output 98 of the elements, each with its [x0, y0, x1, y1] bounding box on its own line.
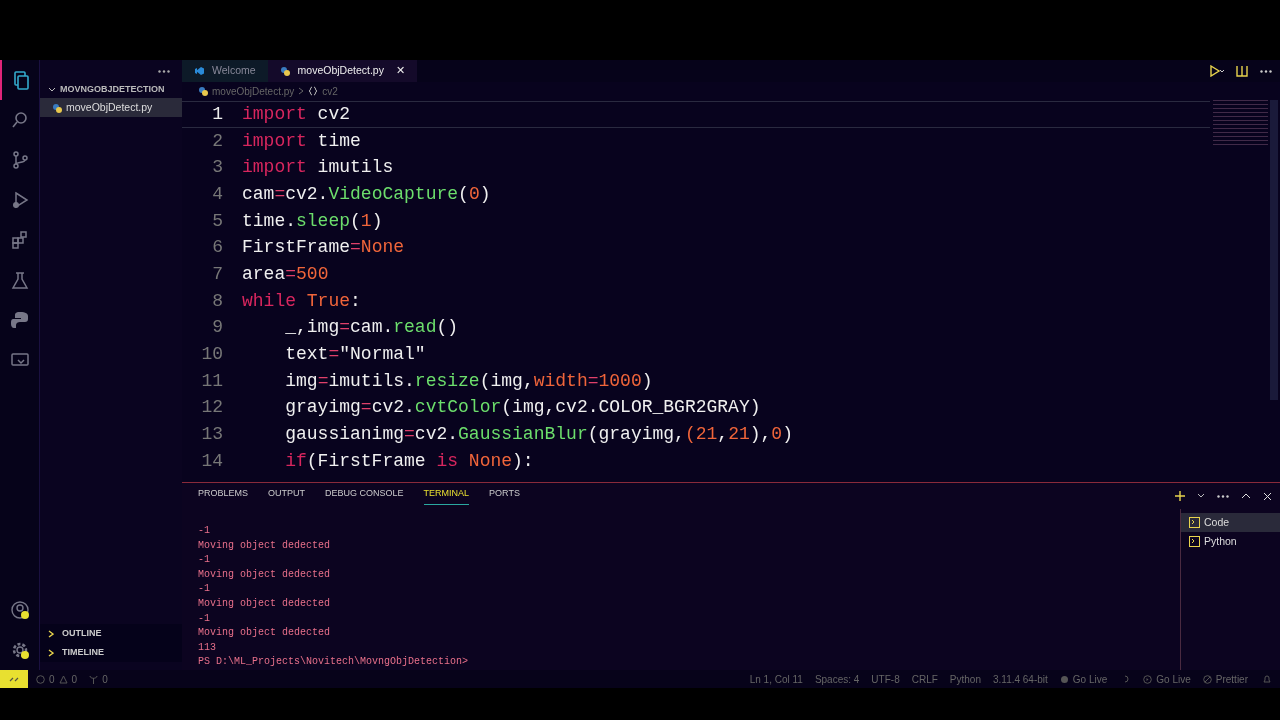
terminal-line: -1: [198, 611, 211, 626]
chevron-up-icon[interactable]: [1241, 493, 1251, 500]
chevron-down-icon[interactable]: [48, 87, 56, 93]
extensions-icon[interactable]: [9, 230, 30, 250]
chevron-down-icon[interactable]: [1197, 493, 1205, 500]
chevron-right-icon: [48, 629, 54, 638]
scrollbar[interactable]: [1270, 100, 1278, 400]
terminal-line: PS D:\ML_Projects\Novitech\MovngObjDetection>: [198, 655, 470, 670]
code-line: while True:: [241, 289, 361, 313]
panel-tab[interactable]: DEBUG CONSOLE: [325, 487, 404, 505]
remote-icon: [9, 675, 19, 683]
line-number: 9: [211, 316, 224, 340]
code-line: grayimg=cv2.cvtColor(img,cv2.COLOR_BGR2GRAY): [284, 396, 761, 420]
panel-tab[interactable]: PROBLEMS: [198, 487, 248, 505]
section-header[interactable]: OUTLINE: [40, 624, 182, 643]
play-circle-icon: [1143, 674, 1153, 684]
panel-tab[interactable]: TERMINAL: [423, 487, 470, 505]
disabled-icon: [1202, 674, 1212, 684]
line-number: 1: [211, 102, 224, 126]
terminal-line: 113: [198, 640, 217, 655]
python-file-icon: [279, 66, 290, 76]
code-line: area=500: [241, 262, 329, 286]
account-icon[interactable]: [9, 600, 30, 620]
code-line: text="Normal": [284, 343, 426, 367]
file-item[interactable]: moveObjDetect.py: [40, 98, 182, 117]
chevron-right-icon: [298, 87, 305, 95]
more-icon[interactable]: [1217, 494, 1229, 498]
line-number: 13: [200, 423, 224, 447]
split-editor-icon[interactable]: [1236, 65, 1248, 77]
breadcrumb-item[interactable]: moveObjDetect.py: [212, 83, 295, 99]
status-item[interactable]: UTF-8: [865, 671, 906, 687]
section-header[interactable]: TIMELINE: [40, 643, 182, 662]
status-item[interactable]: Prettier: [1196, 671, 1254, 687]
broadcast-icon: [1059, 674, 1069, 684]
panel-tab[interactable]: OUTPUT: [268, 487, 305, 505]
line-number: 8: [211, 289, 224, 313]
warning-icon: [58, 674, 68, 684]
terminal-icon: [1189, 517, 1200, 529]
antenna-icon: [89, 674, 99, 684]
panel-tab[interactable]: PORTS: [489, 487, 520, 505]
code-line: _,img=cam.read(): [284, 316, 459, 340]
error-icon: [36, 674, 45, 684]
editor-tab[interactable]: Welcome: [182, 60, 268, 82]
line-number: 12: [200, 396, 224, 420]
code-line: time.sleep(1): [241, 209, 383, 233]
status-item[interactable]: Go Live: [1137, 671, 1197, 687]
code-line: import time: [241, 129, 361, 153]
folder-title[interactable]: MOVNGOBJDETECTION: [60, 83, 165, 97]
terminal-line: -1: [198, 524, 211, 539]
code-line: import imutils: [241, 156, 394, 180]
vscode-icon: [194, 66, 204, 76]
code-line: if(FirstFrame is None):: [284, 449, 534, 473]
python-file-icon: [52, 102, 62, 113]
more-icon[interactable]: [1260, 69, 1272, 73]
line-number: 4: [211, 182, 224, 206]
line-number: 14: [200, 449, 224, 473]
line-number: 10: [200, 343, 224, 367]
code-line: FirstFrame=None: [241, 236, 405, 260]
add-icon[interactable]: [1175, 491, 1185, 502]
line-number: 7: [211, 262, 224, 286]
python-icon[interactable]: [9, 310, 30, 330]
status-item[interactable]: Ln 1, Col 11: [743, 671, 809, 687]
code-line: img=imutils.resize(img,width=1000): [284, 369, 653, 393]
status-item[interactable]: Python: [943, 671, 987, 687]
close-tab-icon[interactable]: ✕: [387, 63, 405, 79]
close-icon[interactable]: [1263, 491, 1272, 501]
search-icon[interactable]: [9, 110, 30, 130]
code-line: import cv2: [241, 102, 351, 126]
line-number: 3: [211, 156, 224, 180]
more-icon[interactable]: [158, 69, 170, 73]
terminal-line: Moving object dedected: [198, 567, 332, 582]
editor-tab[interactable]: moveObjDetect.py ✕: [267, 60, 417, 82]
line-number: 6: [211, 236, 224, 260]
terminal-line: -1: [198, 553, 211, 568]
terminal-line: Moving object dedected: [198, 538, 332, 553]
status-item[interactable]: Go Live: [1053, 671, 1114, 687]
status-item[interactable]: CRLF: [905, 671, 944, 687]
code-line: cam=cv2.VideoCapture(0): [241, 182, 491, 206]
breadcrumb-item[interactable]: cv2: [322, 83, 338, 99]
terminal-item[interactable]: Code: [1181, 513, 1280, 533]
terminal-icon: [1189, 536, 1200, 548]
run-icon[interactable]: [1208, 65, 1224, 77]
terminal-line: Moving object dedected: [198, 626, 332, 641]
status-item[interactable]: 3.11.4 64-bit: [986, 671, 1054, 687]
python-file-icon: [198, 86, 208, 96]
chevron-right-icon: [48, 648, 54, 657]
line-number: 5: [211, 209, 224, 233]
line-number: 11: [200, 369, 224, 393]
problems-status[interactable]: 0 0: [28, 671, 78, 687]
terminal-line: -1: [198, 582, 211, 597]
status-item[interactable]: Spaces: 4: [808, 671, 866, 687]
ports-status[interactable]: 0: [77, 671, 108, 687]
flask-icon[interactable]: [9, 270, 30, 290]
terminal-item[interactable]: Python: [1181, 532, 1280, 552]
terminal-line: Moving object dedected: [198, 597, 332, 612]
braces-icon: [308, 86, 319, 96]
line-number: 2: [211, 129, 224, 153]
code-line: gaussianimg=cv2.GaussianBlur(grayimg,(21,21),0): [284, 423, 793, 447]
